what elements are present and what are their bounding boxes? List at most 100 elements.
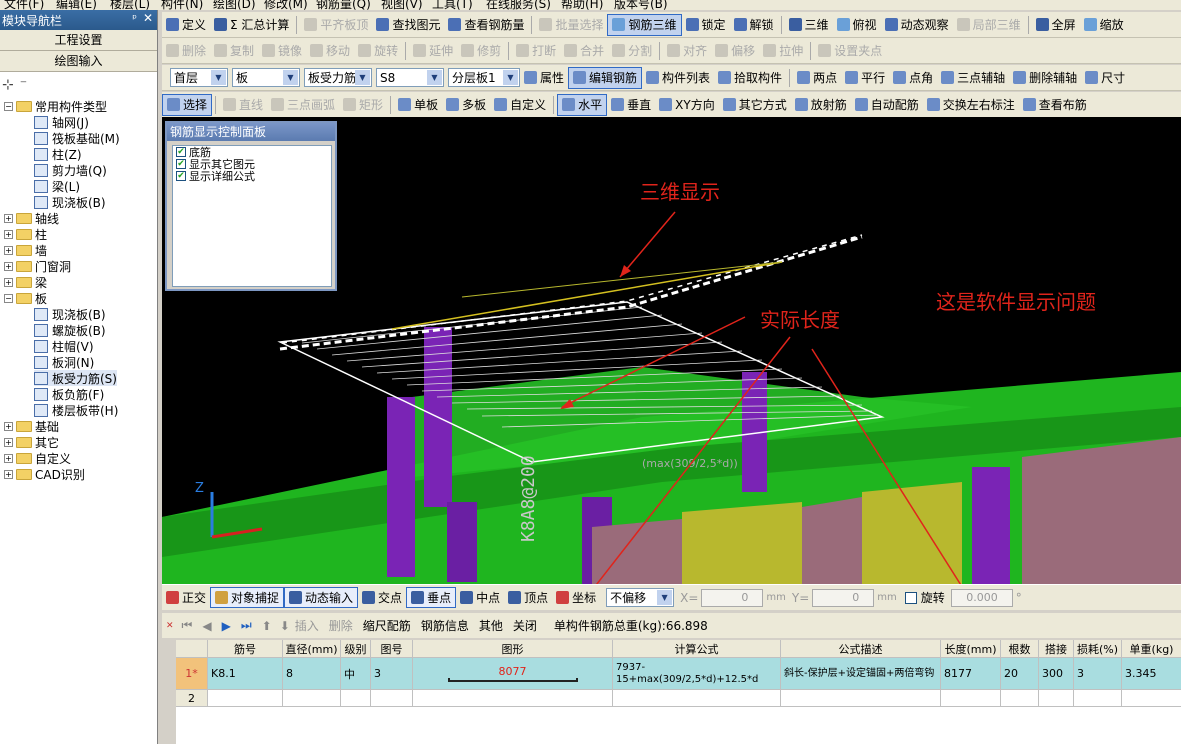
nav-first-icon[interactable]: ⏮ [182,618,193,633]
toolbar-button[interactable]: 查找图元 [372,14,444,36]
tree-node[interactable]: + 墙 [4,242,47,258]
toolbar-button[interactable]: 复制 [210,40,258,62]
snap-button[interactable]: 中点 [456,587,504,608]
grid-close-icon[interactable]: ✕ [166,621,174,631]
table-cell[interactable] [941,690,1001,707]
tree-node[interactable]: − 板 [4,290,47,306]
tree-node[interactable]: + 门窗洞 [4,258,71,274]
toolbar-button[interactable]: 设置夹点 [814,40,886,62]
snap-button[interactable]: 顶点 [504,587,552,608]
floor-select[interactable]: 首层 [170,68,228,87]
toolbar-button[interactable]: 垂直 [607,94,655,116]
toolbar-button[interactable]: 构件列表 [642,67,714,89]
table-cell[interactable]: 斜长-保护层+设定锚固+两倍弯钩 [781,658,941,690]
tree-toggle-icon[interactable]: − [4,293,13,303]
expand-all-icon[interactable]: ⊹ [2,77,14,93]
rotate-input[interactable]: 0.000 [950,588,1013,607]
snap-button[interactable]: 正交 [162,587,210,608]
menu-item[interactable]: 工具(T) [432,0,473,10]
toolbar-button[interactable]: 全屏 [1032,14,1080,36]
table-cell[interactable] [1122,690,1181,707]
toolbar-button[interactable]: 自动配筋 [851,94,923,116]
tree-node[interactable]: 螺旋板(B) [34,322,106,338]
menu-item[interactable]: 帮助(H) [561,0,603,10]
snap-button[interactable]: 交点 [358,587,406,608]
toolbar-button[interactable]: 解锁 [730,14,778,36]
menu-item[interactable]: 构件(N) [161,0,203,10]
menu-item[interactable]: 修改(M) [264,0,308,10]
table-cell[interactable] [1074,690,1122,707]
grid-toolbar-button[interactable]: 缩尺配筋 [358,617,416,634]
snap-button[interactable]: 动态输入 [284,587,359,608]
toolbar-button[interactable]: 局部三维 [953,14,1025,36]
tree-node[interactable]: + 其它 [4,434,59,450]
tree-node[interactable]: + CAD识别 [4,466,85,482]
tree-node[interactable]: 筏板基础(M) [34,130,120,146]
menu-item[interactable]: 绘图(D) [213,0,256,10]
grid-toolbar-button[interactable]: 插入 [290,617,324,634]
rebar-table[interactable]: 筋号 直径(mm) 级别 图号 图形 计算公式 公式描述 长度(mm) 根数 搭接 损耗(%) 单重(… [176,640,1181,744]
toolbar-button[interactable]: 缩放 [1080,14,1128,36]
tree-node[interactable]: 板负筋(F) [34,386,104,402]
tree-toggle-icon[interactable]: + [4,245,13,255]
toolbar-button[interactable]: 拉伸 [759,40,807,62]
row-number[interactable] [176,640,208,658]
toolbar-button[interactable]: 定义 [162,14,210,36]
toolbar-button[interactable]: 旋转 [354,40,402,62]
toolbar-button[interactable]: 删除 [162,40,210,62]
toolbar-button[interactable]: 直线 [219,94,267,116]
toolbar-button[interactable]: 打断 [512,40,560,62]
coord-input[interactable]: 0 [812,588,875,607]
table-cell[interactable]: K8.1 [208,658,283,690]
toolbar-button[interactable]: 删除辅轴 [1009,67,1081,89]
toolbar-button[interactable]: 放射筋 [791,94,851,116]
tree-node[interactable]: − 常用构件类型 [4,98,107,114]
name-select[interactable]: S8 [376,68,444,87]
grid-toolbar-button[interactable]: 其他 [474,617,508,634]
table-cell[interactable]: 7937-15+max(309/2,5*d)+12.5*d [613,658,781,690]
tree-node[interactable]: + 梁 [4,274,47,290]
checkbox-icon[interactable]: ✔ [176,159,186,169]
toolbar-button[interactable]: 对齐 [663,40,711,62]
table-cell[interactable]: 8077 [413,658,613,690]
tree-node[interactable]: 板洞(N) [34,354,94,370]
menu-item[interactable]: 文件(F) [4,0,44,10]
menu-item[interactable]: 钢筋量(Q) [316,0,371,10]
type-select[interactable]: 板 [232,68,300,87]
nav-last-icon[interactable]: ⏭ [241,618,252,633]
table-cell[interactable]: 3 [371,658,413,690]
table-cell[interactable] [1039,690,1074,707]
tree-node[interactable]: + 柱 [4,226,47,242]
table-cell[interactable] [613,690,781,707]
table-cell[interactable]: 中 [341,658,371,690]
layer-select[interactable]: 分层板1 [448,68,520,87]
tree-node[interactable]: 现浇板(B) [34,194,106,210]
tree-toggle-icon[interactable]: + [4,229,13,239]
table-cell[interactable] [1001,690,1039,707]
toolbar-button[interactable]: 偏移 [711,40,759,62]
toolbar-button[interactable]: 合并 [560,40,608,62]
close-icon[interactable]: ✕ [143,11,153,25]
table-cell[interactable]: 300 [1039,658,1074,690]
table-cell[interactable] [781,690,941,707]
row-number[interactable]: 1* [176,658,208,690]
table-cell[interactable]: 8 [283,658,341,690]
toolbar-button[interactable]: 编辑钢筋 [568,66,643,89]
toolbar-button[interactable]: 三点画弧 [267,94,339,116]
toolbar-button[interactable]: 水平 [557,93,608,116]
move-down-icon[interactable]: ⬇ [280,619,290,633]
table-cell[interactable]: 3.345 [1122,658,1181,690]
table-row[interactable]: 2 [176,690,1181,707]
toolbar-button[interactable]: 锁定 [682,14,730,36]
table-cell[interactable] [283,690,341,707]
toolbar-button[interactable]: 多板 [442,94,490,116]
tree-node[interactable]: 梁(L) [34,178,80,194]
toolbar-button[interactable]: 平齐板顶 [300,14,372,36]
tree-node[interactable]: 柱帽(V) [34,338,94,354]
tree-toggle-icon[interactable]: + [4,213,13,223]
toolbar-button[interactable]: Σ 汇总计算 [210,14,293,36]
tree-toggle-icon[interactable]: + [4,437,13,447]
grid-toolbar-button[interactable]: 钢筋信息 [416,617,474,634]
tree-node[interactable]: + 轴线 [4,210,59,226]
toolbar-button[interactable]: 选择 [162,93,213,116]
